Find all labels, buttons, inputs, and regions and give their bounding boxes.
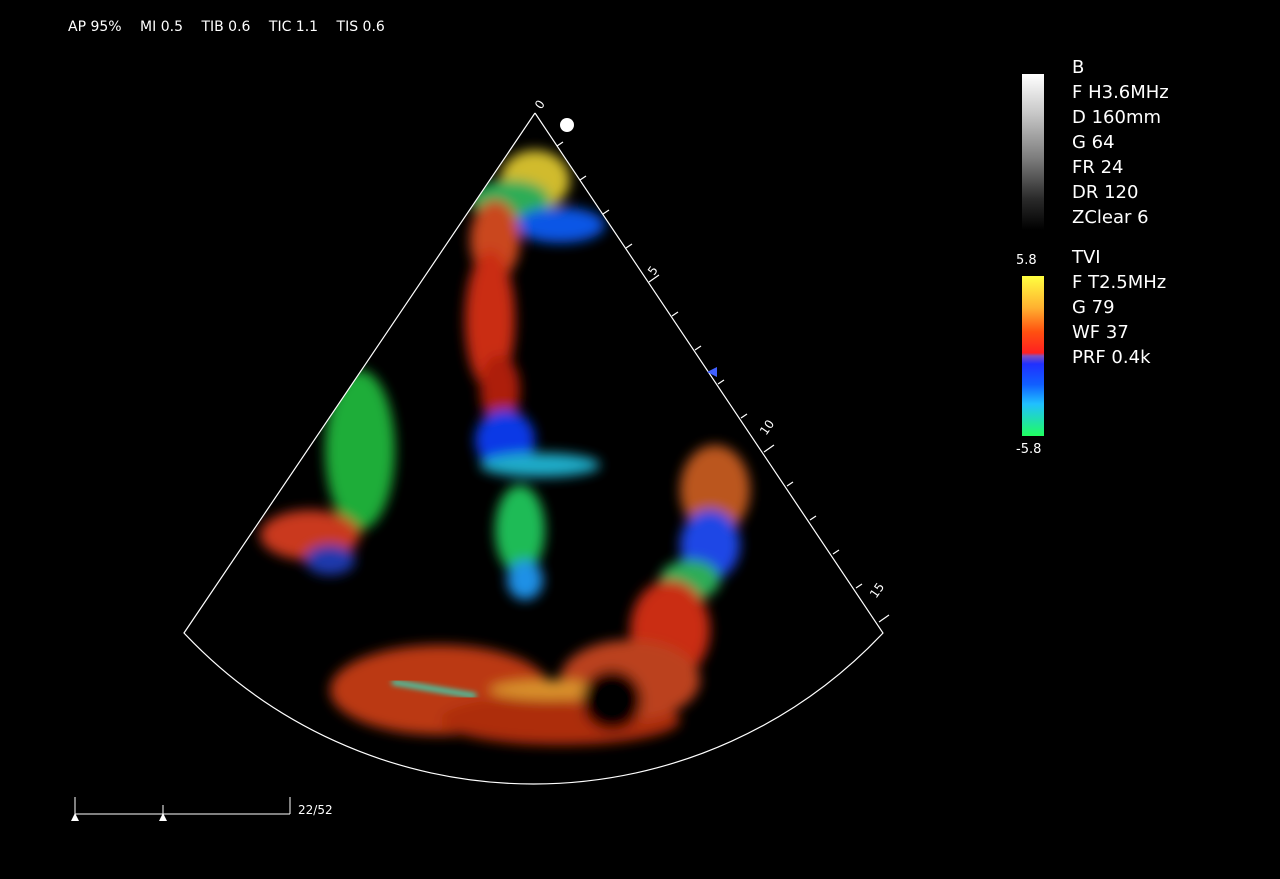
orientation-marker-icon bbox=[560, 118, 574, 132]
b-dynamic-range: DR 120 bbox=[1072, 182, 1139, 203]
tvi-gain: G 79 bbox=[1072, 297, 1115, 318]
tvi-scale-max: 5.8 bbox=[1016, 253, 1037, 268]
b-frame-rate: FR 24 bbox=[1072, 157, 1124, 178]
b-mode-title: B bbox=[1072, 57, 1085, 78]
tvi-prf: PRF 0.4k bbox=[1072, 347, 1151, 368]
tvi-frequency: F T2.5MHz bbox=[1072, 272, 1167, 293]
tvi-params: TVI F T2.5MHz G 79 WF 37 PRF 0.4k bbox=[1072, 245, 1166, 370]
depth-label-15: 15 bbox=[867, 580, 887, 601]
depth-label-10: 10 bbox=[757, 417, 777, 438]
b-gain: G 64 bbox=[1072, 132, 1115, 153]
b-depth: D 160mm bbox=[1072, 107, 1162, 128]
b-zclear: ZClear 6 bbox=[1072, 207, 1149, 228]
cine-bar[interactable] bbox=[74, 797, 291, 815]
depth-label-0: 0 bbox=[532, 97, 548, 111]
tvi-scale-min: -5.8 bbox=[1016, 442, 1042, 457]
tvi-wall-filter: WF 37 bbox=[1072, 322, 1129, 343]
tvi-color-overlay bbox=[260, 150, 750, 745]
b-mode-params: B F H3.6MHz D 160mm G 64 FR 24 DR 120 ZC… bbox=[1072, 55, 1169, 230]
cine-frame-counter: 22/52 bbox=[298, 803, 333, 817]
grayscale-bar bbox=[1022, 74, 1044, 230]
tvi-color-bar bbox=[1022, 276, 1044, 436]
tvi-title: TVI bbox=[1072, 247, 1101, 268]
focus-marker-icon[interactable] bbox=[707, 367, 717, 377]
b-frequency: F H3.6MHz bbox=[1072, 82, 1169, 103]
